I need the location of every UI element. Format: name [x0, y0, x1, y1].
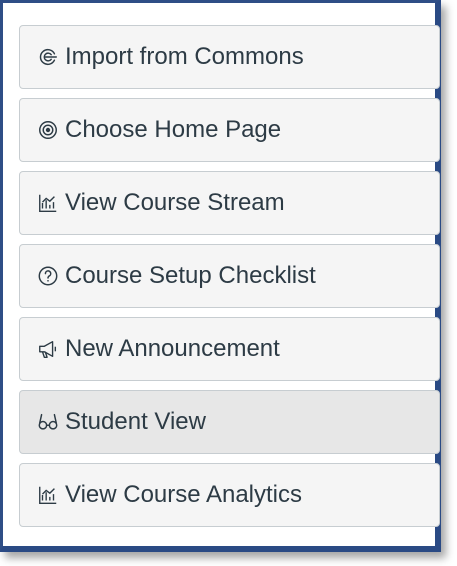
course-setup-checklist-button[interactable]: Course Setup Checklist [19, 244, 440, 308]
megaphone-icon [36, 337, 60, 361]
target-icon [36, 118, 60, 142]
button-label: Student View [65, 408, 206, 435]
import-from-commons-button[interactable]: Import from Commons [19, 25, 440, 89]
button-label: Choose Home Page [65, 116, 282, 143]
button-label: Course Setup Checklist [65, 262, 316, 289]
analytics-icon [36, 483, 60, 507]
stream-icon [36, 191, 60, 215]
button-label: New Announcement [65, 335, 280, 362]
view-course-stream-button[interactable]: View Course Stream [19, 171, 440, 235]
course-actions-menu: Import from Commons Choose Home Page Vie… [19, 25, 440, 536]
choose-home-page-button[interactable]: Choose Home Page [19, 98, 440, 162]
commons-icon [36, 45, 60, 69]
button-label: View Course Stream [65, 189, 285, 216]
student-view-button[interactable]: Student View [19, 390, 440, 454]
glasses-icon [36, 410, 60, 434]
new-announcement-button[interactable]: New Announcement [19, 317, 440, 381]
view-course-analytics-button[interactable]: View Course Analytics [19, 463, 440, 527]
button-label: View Course Analytics [65, 481, 302, 508]
question-icon [36, 264, 60, 288]
button-label: Import from Commons [65, 43, 304, 70]
